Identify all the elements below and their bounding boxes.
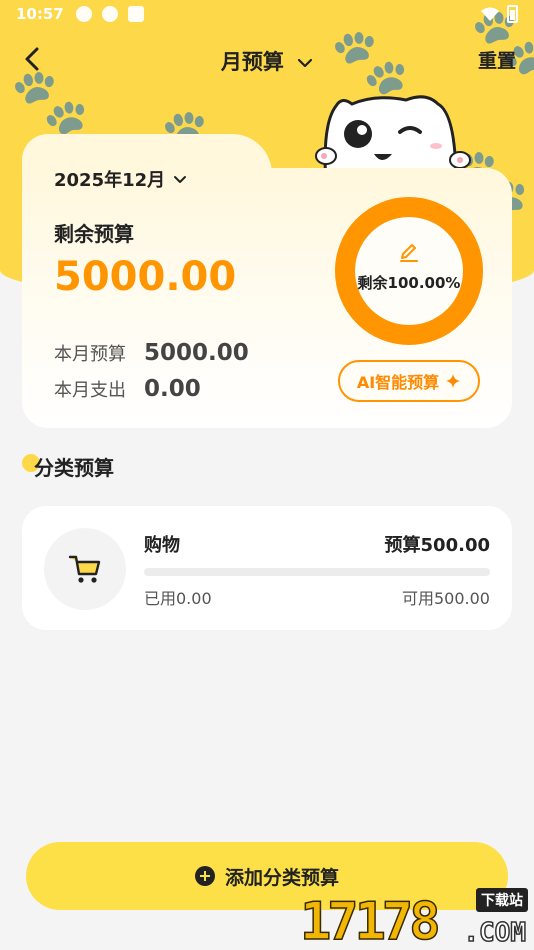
category-icon-wrap: [44, 528, 126, 610]
watermark-tag: 下载站: [476, 888, 528, 912]
ai-budget-button[interactable]: AI智能预算: [338, 360, 480, 402]
month-spend-row: 本月支出 0.00: [54, 376, 201, 402]
period-selector[interactable]: 月预算: [0, 46, 534, 76]
category-section-title: 分类预算: [34, 456, 114, 480]
remaining-budget-amount: 5000.00: [54, 254, 237, 300]
month-spend-label: 本月支出: [54, 380, 126, 401]
month-selector[interactable]: 2025年12月: [54, 166, 187, 192]
chevron-down-icon: [174, 175, 187, 183]
sparkle-icon: [446, 374, 461, 388]
shopping-cart-icon: [68, 555, 101, 583]
category-budget: 预算500.00: [384, 535, 490, 556]
battery-icon: [507, 5, 518, 23]
category-item-shopping[interactable]: 购物 预算500.00 已用0.00 可用500.00: [22, 506, 512, 630]
page-title: 月预算: [220, 50, 284, 74]
add-category-budget-label: 添加分类预算: [224, 866, 339, 889]
reset-button[interactable]: 重置: [478, 46, 516, 73]
notification-icon: [127, 6, 144, 22]
remaining-ring[interactable]: 剩余100.00%: [334, 196, 484, 346]
watermark-number: 17178: [299, 892, 441, 950]
status-bar: 10:57: [0, 0, 534, 28]
month-budget-label: 本月预算: [54, 344, 126, 365]
budget-summary-card: 2025年12月 剩余预算 5000.00 本月预算 5000.00 本月支出 …: [22, 168, 512, 428]
category-progress-bar: [144, 568, 490, 576]
remaining-ring-chart: [335, 197, 483, 345]
notification-icon: [101, 6, 118, 22]
edit-pencil-icon[interactable]: [398, 240, 420, 262]
month-budget-value: 5000.00: [144, 340, 249, 366]
month-spend-value: 0.00: [144, 376, 201, 402]
watermark-suffix: .COM: [463, 918, 527, 948]
chevron-down-icon: [298, 58, 313, 68]
notification-icon: [75, 6, 92, 22]
nav-bar: 月预算 重置: [0, 36, 534, 82]
category-used: 已用0.00: [144, 589, 212, 608]
month-label: 2025年12月: [54, 170, 166, 191]
remaining-budget-label: 剩余预算: [54, 222, 134, 246]
category-available: 可用500.00: [402, 589, 490, 608]
wifi-icon: [481, 7, 499, 21]
status-time: 10:57: [16, 5, 64, 23]
ai-budget-label: AI智能预算: [356, 373, 440, 392]
month-budget-row: 本月预算 5000.00: [54, 340, 249, 366]
category-name: 购物: [144, 535, 180, 556]
watermark: 17178 .COM 下载站: [299, 888, 530, 950]
plus-circle-icon: [194, 866, 215, 886]
remaining-percent-text: 剩余100.00%: [357, 274, 461, 292]
